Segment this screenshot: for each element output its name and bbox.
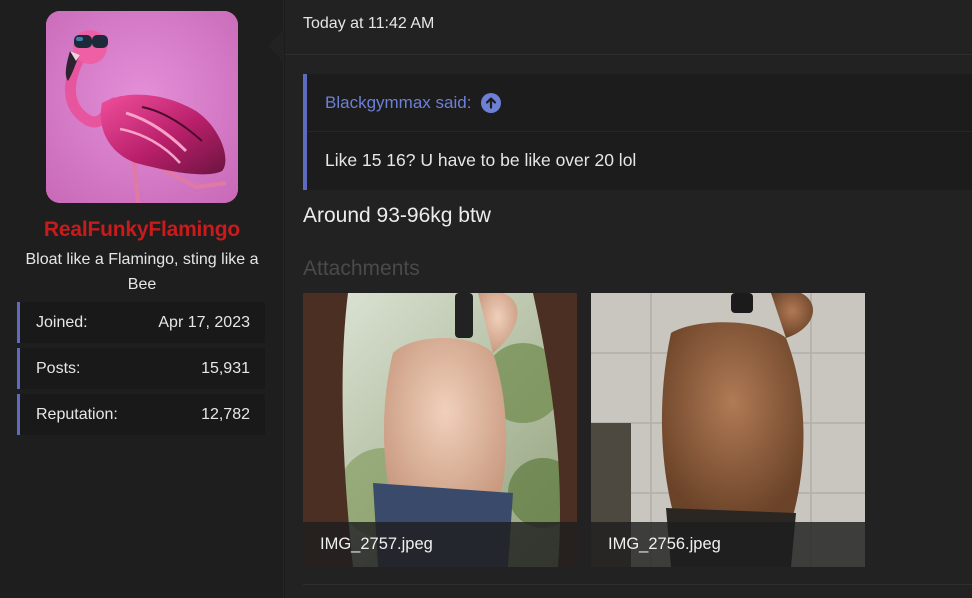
message-header: Today at 11:42 AM [285,0,972,55]
stat-label: Reputation: [36,405,118,423]
attachment-thumbnail[interactable]: IMG_2757.jpeg [303,293,577,567]
stat-label: Joined: [36,313,88,331]
attachment-thumbnail[interactable]: IMG_2756.jpeg [591,293,865,567]
attachments-heading: Attachments [303,257,420,280]
message-body: Today at 11:42 AM Blackgymmax said: Like… [285,0,972,598]
stat-value: Apr 17, 2023 [158,313,250,331]
message-pointer [268,30,284,62]
user-sidebar: RealFunkyFlamingo Bloat like a Flamingo,… [0,0,284,598]
stat-label: Posts: [36,359,81,377]
quote-header[interactable]: Blackgymmax said: [307,74,972,132]
post-text: Around 93-96kg btw [303,204,491,227]
arrow-up-circle-icon[interactable] [481,92,502,113]
message-footer-divider [303,584,972,585]
stat-value: 12,782 [201,405,250,423]
post-timestamp[interactable]: Today at 11:42 AM [303,15,434,33]
username[interactable]: RealFunkyFlamingo [0,218,284,242]
stat-value[interactable]: 15,931 [201,360,250,378]
forum-post-page: RealFunkyFlamingo Bloat like a Flamingo,… [0,0,972,598]
stat-reputation: Reputation: 12,782 [17,394,265,435]
user-avatar[interactable] [46,11,238,203]
quote-author[interactable]: Blackgymmax said: [325,93,471,113]
quote-text: Like 15 16? U have to be like over 20 lo… [325,150,637,170]
flamingo-avatar-icon [46,11,238,203]
quote-block: Blackgymmax said: Like 15 16? U have to … [303,74,972,190]
stat-joined: Joined: Apr 17, 2023 [17,302,265,343]
attachment-filename[interactable]: IMG_2756.jpeg [591,522,865,567]
stat-posts[interactable]: Posts: 15,931 [17,348,265,389]
attachment-filename[interactable]: IMG_2757.jpeg [303,522,577,567]
user-title: Bloat like a Flamingo, sting like a Bee [25,251,259,293]
